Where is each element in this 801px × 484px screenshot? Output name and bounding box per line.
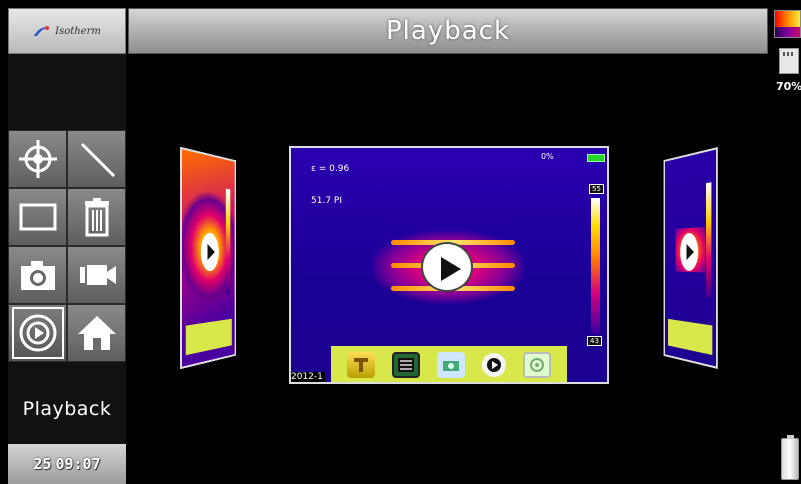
thumbnail-toolbar	[185, 318, 232, 356]
thumbnail-color-scale	[706, 182, 712, 298]
sd-card-icon	[779, 48, 799, 74]
thumbnail-previous[interactable]	[180, 146, 237, 370]
line-measure-button[interactable]	[67, 130, 126, 188]
camera-toggle-button[interactable]	[436, 352, 465, 378]
thumbnail-toolbar	[667, 318, 713, 356]
playback-button[interactable]	[8, 304, 67, 362]
settings-icon	[529, 358, 544, 372]
thumbnail-next[interactable]	[663, 146, 718, 370]
storage-percent: 70%	[776, 80, 801, 93]
mode-label: Playback	[22, 398, 112, 420]
rectangle-icon	[19, 203, 56, 231]
header: Playback	[128, 8, 768, 54]
brand-logo: Isotherm	[8, 8, 126, 54]
play-icon[interactable]	[421, 242, 473, 292]
thermal-mode-button[interactable]	[347, 352, 376, 378]
spot-measure-button[interactable]	[8, 130, 67, 188]
color-palette-indicator[interactable]	[774, 10, 801, 38]
selection-frame	[11, 307, 64, 359]
app-window: Isotherm Playback Playback 25 09:07 70% …	[0, 0, 801, 484]
crosshair-icon	[18, 140, 57, 178]
battery-icon	[781, 435, 799, 480]
camera-icon	[442, 361, 459, 371]
tool-grid	[8, 130, 126, 362]
settings-button[interactable]	[522, 352, 551, 378]
storage-small: 0%	[541, 152, 554, 161]
camera-icon	[20, 261, 55, 290]
play-circle-icon	[19, 314, 56, 352]
photo-button[interactable]	[8, 246, 67, 304]
film-icon	[398, 358, 415, 372]
play-icon	[200, 232, 219, 272]
scale-max: 55	[589, 184, 604, 194]
home-icon	[77, 316, 116, 350]
color-scale-bar	[591, 198, 600, 334]
trash-icon	[84, 198, 109, 237]
play-icon	[680, 232, 699, 272]
temperature-reading: 51.7 PI	[311, 196, 342, 206]
play-button[interactable]	[481, 353, 506, 377]
clock-time: 09:07	[55, 455, 101, 473]
thumbnail-color-scale	[225, 188, 231, 295]
datetime-display: 25 09:07	[8, 444, 126, 484]
film-button[interactable]	[392, 352, 421, 378]
thumbnail-current[interactable]: ε = 0.96 51.7 PI 0% 55 43 2012-1	[289, 146, 609, 384]
date-day: 25	[33, 455, 52, 473]
area-measure-button[interactable]	[8, 188, 67, 246]
play-icon	[486, 358, 501, 372]
video-button[interactable]	[67, 246, 126, 304]
home-button[interactable]	[67, 304, 126, 362]
brand-logo-icon	[34, 26, 51, 36]
battery-small-icon	[587, 154, 605, 162]
scale-min: 43	[587, 336, 602, 346]
page-title: Playback	[385, 16, 510, 46]
video-camera-icon	[79, 265, 116, 285]
thermal-mode-icon	[354, 358, 369, 372]
capture-date: 2012-1	[291, 372, 325, 382]
line-icon	[80, 142, 115, 178]
delete-button[interactable]	[67, 188, 126, 246]
emissivity-value: ε = 0.96	[311, 164, 350, 174]
card-toolbar	[331, 346, 567, 382]
brand-name: Isotherm	[55, 25, 101, 37]
